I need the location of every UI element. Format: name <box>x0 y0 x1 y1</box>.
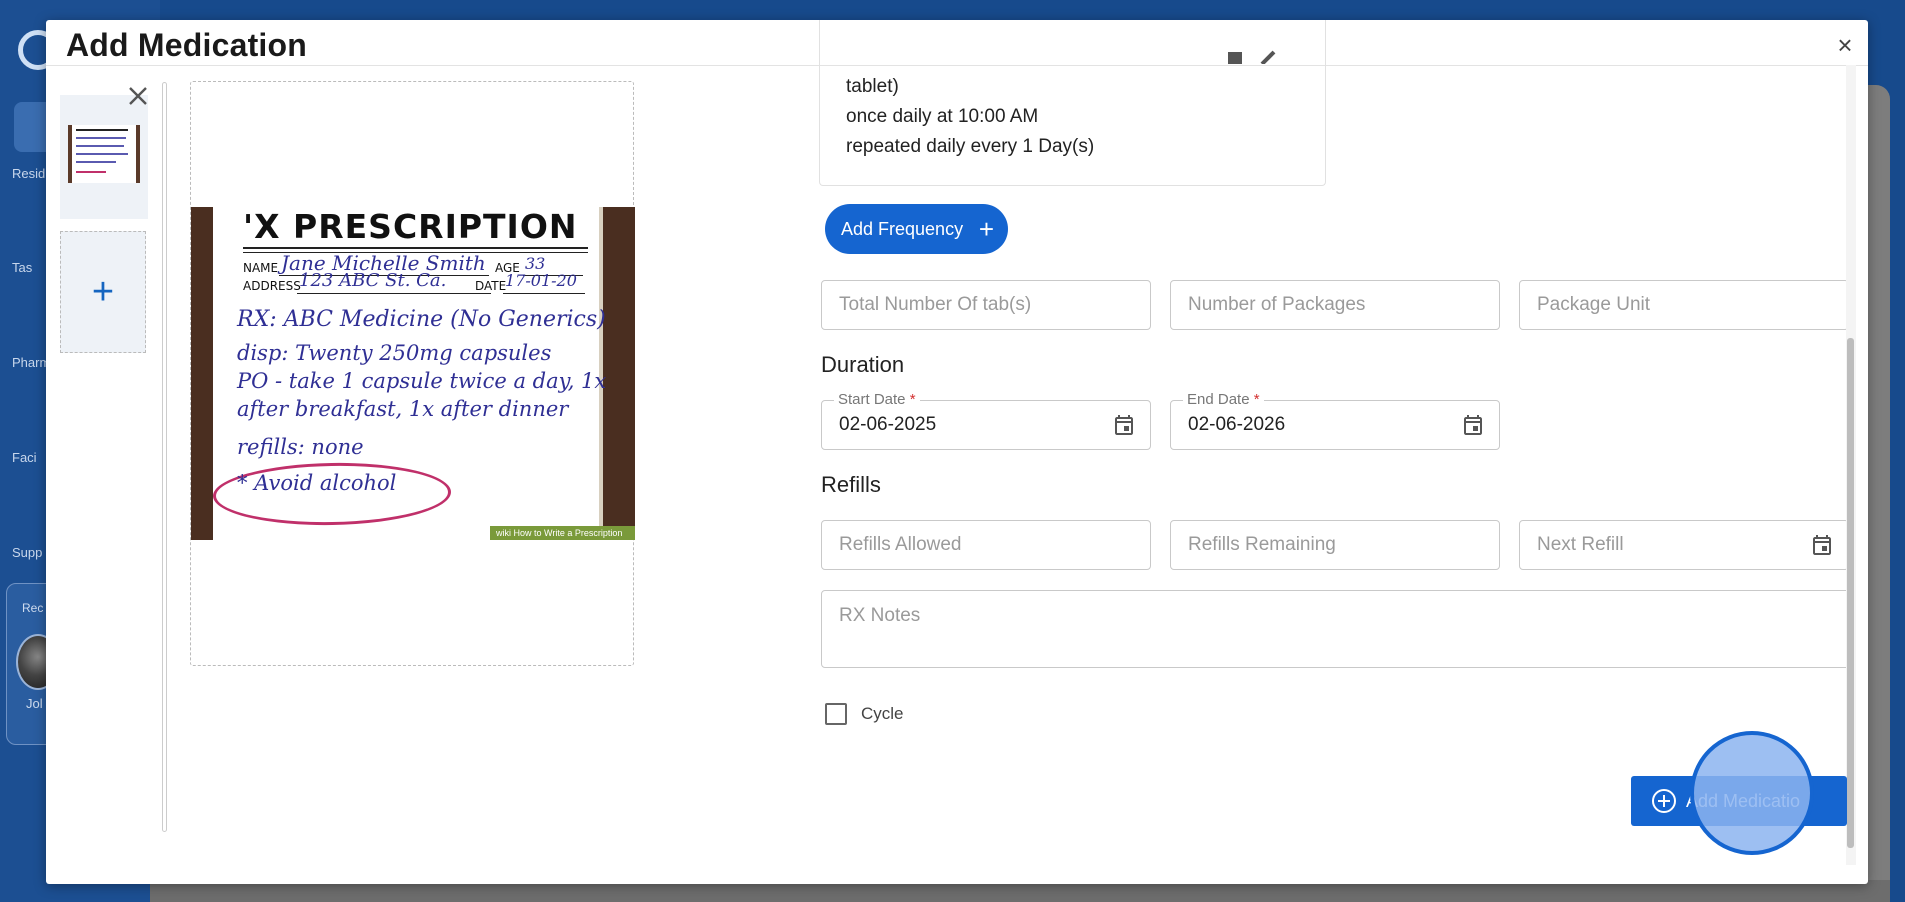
add-frequency-label: Add Frequency <box>841 219 964 239</box>
plus-icon: + <box>978 214 994 244</box>
start-date-input[interactable]: Start Date * 02-06-2025 <box>821 391 1151 450</box>
recent-card-name: Jol <box>26 696 43 711</box>
rx-address-label: ADDRESS <box>243 279 301 293</box>
frequency-card-cut-line <box>846 50 1266 64</box>
rx-line-3: PO - take 1 capsule twice a day, 1x <box>237 369 607 393</box>
rx-line-5: refills: none <box>237 435 364 459</box>
add-medication-label: Add Medicatio <box>1686 791 1801 811</box>
number-of-packages-input[interactable]: Number of Packages <box>1170 280 1500 330</box>
nav-facility-label: Faci <box>12 450 37 465</box>
rx-watermark: wiki How to Write a Prescription <box>490 526 635 540</box>
form-scrollbar-thumb[interactable] <box>1847 338 1854 848</box>
rx-line-1: RX: ABC Medicine (No Generics) <box>237 307 606 332</box>
nav-support-label: Supp <box>12 545 43 560</box>
rx-notes-textarea[interactable]: RX Notes <box>821 590 1850 668</box>
close-icon[interactable]: × <box>1830 30 1860 60</box>
frequency-line-3: repeated daily every 1 Day(s) <box>846 136 1095 157</box>
remove-thumbnail-close-icon[interactable] <box>126 84 150 108</box>
refills-remaining-input[interactable]: Refills Remaining <box>1170 520 1500 570</box>
modal-title: Add Medication <box>66 27 308 63</box>
nav-pharmacy-label: Pharm <box>12 355 51 370</box>
rx-date-label: DATE <box>475 279 507 293</box>
recent-card-title: Rec <box>22 601 44 615</box>
add-medication-modal: Add Medication × + 'X PRESCRIPTION NAME … <box>46 20 1868 884</box>
rx-heading: 'X PRESCRIPTION <box>243 207 578 246</box>
add-frequency-button[interactable]: Add Frequency + <box>825 204 1008 254</box>
calendar-icon[interactable] <box>1810 533 1834 557</box>
rx-name-label: NAME <box>243 261 279 275</box>
calendar-icon[interactable] <box>1112 413 1136 437</box>
refills-allowed-input[interactable]: Refills Allowed <box>821 520 1151 570</box>
rx-address-value: 123 ABC St. Ca. <box>299 270 447 291</box>
rx-date-value: 17-01-20 <box>505 271 577 290</box>
rx-line-2: disp: Twenty 250mg capsules <box>237 341 552 365</box>
prescription-thumbnail[interactable] <box>60 95 148 219</box>
refills-title: Refills <box>821 472 881 497</box>
cycle-checkbox[interactable] <box>825 703 847 725</box>
prescription-image: 'X PRESCRIPTION NAME Jane Michelle Smith… <box>191 207 635 540</box>
total-tabs-input[interactable]: Total Number Of tab(s) <box>821 280 1151 330</box>
frequency-edit-icons[interactable] <box>1222 50 1282 64</box>
add-circle-icon <box>1652 789 1676 813</box>
duration-title: Duration <box>821 352 905 377</box>
nav-residents-label: Resid <box>12 166 46 181</box>
add-image-button[interactable]: + <box>60 231 146 353</box>
frequency-line-1: tablet) <box>846 76 899 97</box>
thumbnail-image <box>68 125 140 183</box>
frequency-card: tablet) once daily at 10:00 AM repeated … <box>819 20 1326 186</box>
cycle-label: Cycle <box>861 704 904 723</box>
thumbnail-scrollbar[interactable] <box>162 82 167 832</box>
package-unit-select[interactable]: Package Unit <box>1519 280 1849 330</box>
calendar-icon[interactable] <box>1461 413 1485 437</box>
add-medication-button[interactable]: Add Medicatio <box>1631 776 1847 826</box>
end-date-input[interactable]: End Date * 02-06-2026 <box>1170 391 1500 450</box>
rx-line-4: after breakfast, 1x after dinner <box>237 397 569 421</box>
nav-tasks-label: Tas <box>12 260 33 275</box>
rx-line-6: * Avoid alcohol <box>237 471 397 495</box>
prescription-preview: 'X PRESCRIPTION NAME Jane Michelle Smith… <box>190 81 635 666</box>
next-refill-input[interactable]: Next Refill <box>1519 520 1849 570</box>
frequency-line-2: once daily at 10:00 AM <box>846 106 1039 127</box>
